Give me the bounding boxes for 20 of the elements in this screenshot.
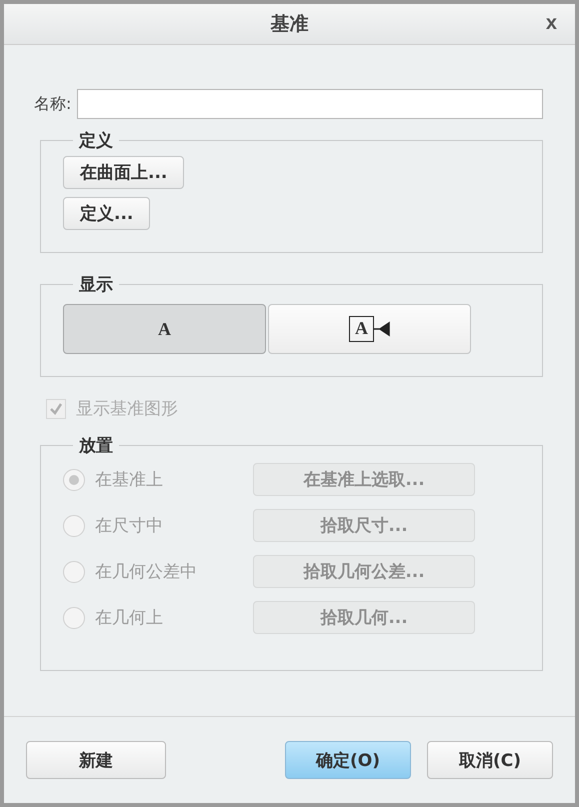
group-title: 放置	[78, 435, 114, 457]
name-label: 名称:	[34, 94, 72, 114]
group-title: 定义	[78, 130, 114, 152]
radio-label: 在尺寸中	[95, 515, 164, 537]
window-title: 基准	[270, 12, 308, 37]
arrowhead-icon	[374, 321, 390, 337]
radio-label: 在基准上	[95, 469, 164, 491]
close-button[interactable]: x	[542, 12, 561, 35]
radio-label: 在几何公差中	[95, 561, 198, 583]
dialog-button[interactable]: 新建	[26, 741, 166, 779]
definition-button[interactable]: 在曲面上...	[63, 156, 184, 189]
name-field[interactable]	[77, 89, 543, 119]
checkbox-label: 显示基准图形	[76, 398, 178, 420]
display-toggle[interactable]: A	[63, 304, 266, 354]
dialog-button[interactable]: 取消(C)	[427, 741, 553, 779]
display-toggle[interactable]: A	[268, 304, 471, 354]
group-title: 显示	[78, 274, 114, 296]
ok-button[interactable]: 确定(O)	[285, 741, 411, 779]
definition-button[interactable]: 定义...	[63, 197, 150, 230]
radio-label: 在几何上	[95, 607, 164, 629]
